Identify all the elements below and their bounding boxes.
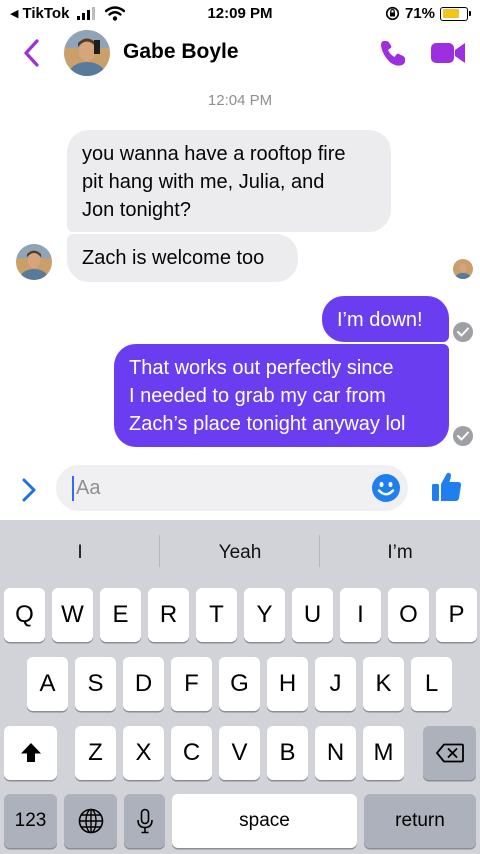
emoji-icon[interactable]: [371, 473, 401, 503]
key-w[interactable]: W: [52, 588, 93, 642]
key-x[interactable]: X: [123, 726, 164, 780]
expand-chevron-icon[interactable]: [18, 476, 40, 504]
backspace-key[interactable]: [423, 726, 476, 780]
incoming-message-bubble[interactable]: Zach is welcome too: [67, 234, 298, 282]
key-d[interactable]: D: [123, 657, 164, 711]
key-q[interactable]: Q: [4, 588, 45, 642]
suggestion[interactable]: I’m: [320, 520, 480, 586]
contact-avatar[interactable]: [64, 30, 110, 76]
conversation-header: Gabe Boyle: [0, 28, 480, 80]
sender-avatar[interactable]: [16, 244, 52, 280]
status-bar: ◀ TikTok 12:09 PM 71%: [0, 0, 480, 28]
orientation-lock-icon: [385, 6, 400, 21]
delivered-check-icon: [453, 426, 473, 446]
key-t[interactable]: T: [196, 588, 237, 642]
key-s[interactable]: S: [75, 657, 116, 711]
contact-name[interactable]: Gabe Boyle: [123, 40, 239, 64]
key-m[interactable]: M: [363, 726, 404, 780]
backspace-icon: [435, 743, 464, 763]
key-f[interactable]: F: [171, 657, 212, 711]
numbers-key[interactable]: 123: [4, 794, 57, 848]
key-c[interactable]: C: [171, 726, 212, 780]
key-h[interactable]: H: [267, 657, 308, 711]
outgoing-message-bubble[interactable]: I’m down!: [322, 296, 449, 342]
dictation-key[interactable]: [124, 794, 165, 848]
key-u[interactable]: U: [292, 588, 333, 642]
key-g[interactable]: G: [219, 657, 260, 711]
key-i[interactable]: I: [340, 588, 381, 642]
video-camera-icon[interactable]: [430, 40, 466, 66]
key-j[interactable]: J: [315, 657, 356, 711]
suggestion[interactable]: Yeah: [160, 520, 320, 586]
key-e[interactable]: E: [100, 588, 141, 642]
message-input-container[interactable]: [56, 465, 408, 511]
return-key[interactable]: return: [364, 794, 476, 848]
key-p[interactable]: P: [436, 588, 477, 642]
read-receipt-avatar: [453, 259, 473, 279]
globe-icon: [78, 808, 103, 834]
outgoing-message-bubble[interactable]: That works out perfectly since I needed …: [114, 344, 449, 447]
predictive-suggestions: I Yeah I’m: [0, 520, 480, 586]
key-b[interactable]: B: [267, 726, 308, 780]
back-chevron-icon[interactable]: [20, 38, 44, 68]
key-n[interactable]: N: [315, 726, 356, 780]
globe-key[interactable]: [64, 794, 117, 848]
microphone-icon: [136, 808, 153, 834]
key-a[interactable]: A: [27, 657, 68, 711]
key-z[interactable]: Z: [75, 726, 116, 780]
phone-icon[interactable]: [378, 38, 408, 68]
key-o[interactable]: O: [388, 588, 429, 642]
shift-arrow-icon: [20, 743, 41, 762]
space-key[interactable]: space: [172, 794, 357, 848]
key-r[interactable]: R: [148, 588, 189, 642]
message-input[interactable]: [76, 473, 356, 503]
key-l[interactable]: L: [411, 657, 452, 711]
delivered-check-icon: [453, 322, 473, 342]
key-v[interactable]: V: [219, 726, 260, 780]
shift-key[interactable]: [4, 726, 57, 780]
battery-icon: [440, 6, 471, 21]
battery-percent: 71%: [404, 5, 435, 22]
key-k[interactable]: K: [363, 657, 404, 711]
text-caret: [72, 476, 74, 501]
suggestion[interactable]: I: [0, 520, 160, 586]
message-timestamp: 12:04 PM: [207, 92, 273, 109]
key-y[interactable]: Y: [244, 588, 285, 642]
incoming-message-bubble[interactable]: you wanna have a rooftop fire pit hang w…: [67, 130, 391, 232]
thumbs-up-icon[interactable]: [430, 470, 464, 504]
message-composer: [0, 462, 480, 518]
on-screen-keyboard: I Yeah I’m Q W E R T Y U I O P A S D F G…: [0, 520, 480, 854]
